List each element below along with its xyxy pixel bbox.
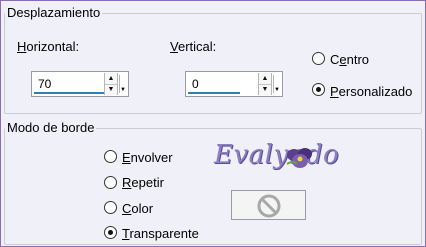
centro-radio[interactable] [312, 52, 325, 65]
personalizado-label[interactable]: Personalizado [330, 84, 412, 99]
triangle-down-icon[interactable]: ▼ [259, 84, 271, 95]
pansy-flower-icon [286, 148, 312, 168]
horizontal-spinbox[interactable]: 70 ▲ ▼ ▼ [31, 71, 129, 97]
horizontal-spin-buttons[interactable]: ▲ ▼ [104, 73, 118, 95]
triangle-down-icon[interactable]: ▼ [105, 84, 117, 95]
vertical-spinbox[interactable]: 0 ▲ ▼ ▼ [185, 71, 283, 97]
horizontal-label: Horizontal: [17, 39, 80, 54]
centro-label[interactable]: Centro [330, 52, 369, 67]
transparente-radio[interactable] [104, 226, 117, 239]
repetir-label[interactable]: Repetir [122, 175, 164, 190]
vertical-label: Vertical: [170, 39, 217, 54]
color-radio[interactable] [104, 201, 117, 214]
personalizado-radio[interactable] [312, 83, 325, 96]
transparente-label[interactable]: Transparente [122, 226, 199, 241]
border-color-swatch[interactable] [231, 190, 306, 220]
vertical-value-underline [188, 92, 240, 94]
horizontal-slider-dropdown-icon[interactable]: ▼ [119, 75, 126, 93]
color-label[interactable]: Color [122, 201, 153, 216]
vertical-value[interactable]: 0 [192, 77, 199, 91]
no-symbol-icon [257, 194, 281, 218]
horizontal-value[interactable]: 70 [38, 77, 51, 91]
watermark-logo: Evalyndo [214, 140, 340, 170]
modo-borde-group: Modo de borde [4, 121, 422, 245]
vertical-spin-buttons[interactable]: ▲ ▼ [258, 73, 272, 95]
envolver-label[interactable]: Envolver [122, 150, 173, 165]
repetir-radio[interactable] [104, 176, 117, 189]
triangle-up-icon[interactable]: ▲ [105, 73, 117, 84]
modo-borde-legend: Modo de borde [7, 120, 95, 135]
triangle-up-icon[interactable]: ▲ [259, 73, 271, 84]
envolver-radio[interactable] [104, 150, 117, 163]
desplazamiento-legend: Desplazamiento [7, 5, 101, 20]
horizontal-value-underline [34, 92, 112, 94]
vertical-slider-dropdown-icon[interactable]: ▼ [273, 75, 280, 93]
